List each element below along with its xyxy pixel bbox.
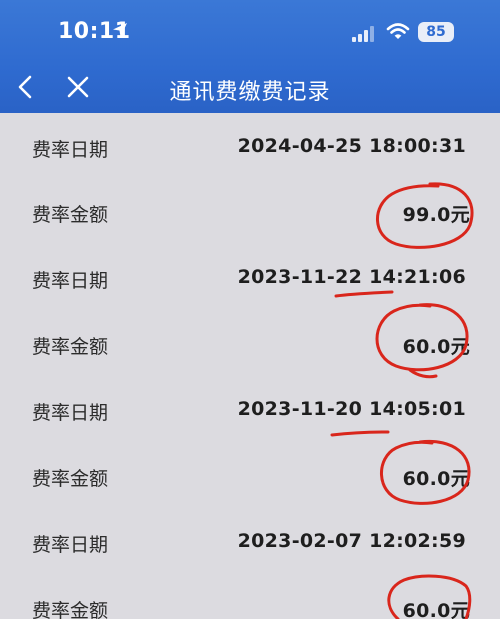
rate-date-value: 2024-04-25 18:00:31 bbox=[237, 135, 466, 157]
rate-amount-label: 费率金额 bbox=[32, 468, 109, 490]
wifi-icon bbox=[386, 23, 410, 39]
rate-date-value: 2023-02-07 12:02:59 bbox=[237, 530, 466, 552]
list-item: 费率日期 2024-04-25 18:00:31 bbox=[0, 123, 500, 173]
rate-amount-label: 费率金额 bbox=[32, 204, 109, 226]
annotation-tail bbox=[408, 368, 438, 379]
header: 10:11 85 通讯费缴费记录 bbox=[0, 0, 500, 113]
rate-amount-label: 费率金额 bbox=[32, 336, 109, 358]
nav-bar: 通讯费缴费记录 bbox=[0, 62, 500, 113]
location-arrow-icon bbox=[113, 23, 127, 37]
list-item: 费率日期 2023-11-22 14:21:06 bbox=[0, 254, 500, 304]
list-item: 费率金额 60.0元 bbox=[0, 452, 500, 502]
rate-date-label: 费率日期 bbox=[32, 402, 109, 424]
list-item: 费率金额 60.0元 bbox=[0, 320, 500, 370]
status-bar: 10:11 85 bbox=[0, 0, 500, 62]
rate-amount-value: 60.0元 bbox=[402, 468, 470, 490]
rate-date-label: 费率日期 bbox=[32, 534, 109, 556]
rate-amount-value: 60.0元 bbox=[402, 600, 470, 619]
rate-date-label: 费率日期 bbox=[32, 139, 109, 161]
list-item: 费率日期 2023-11-20 14:05:01 bbox=[0, 386, 500, 436]
rate-date-value: 2023-11-22 14:21:06 bbox=[237, 266, 466, 288]
list-item: 费率日期 2023-02-07 12:02:59 bbox=[0, 518, 500, 568]
list-item: 费率金额 99.0元 bbox=[0, 188, 500, 238]
rate-amount-value: 60.0元 bbox=[402, 336, 470, 358]
rate-date-value: 2023-11-20 14:05:01 bbox=[237, 398, 466, 420]
page-title: 通讯费缴费记录 bbox=[169, 80, 331, 105]
list-item: 费率金额 60.0元 bbox=[0, 584, 500, 619]
rate-amount-label: 费率金额 bbox=[32, 600, 109, 619]
battery-icon: 85 bbox=[418, 22, 454, 42]
rate-date-label: 费率日期 bbox=[32, 270, 109, 292]
rate-amount-value: 99.0元 bbox=[402, 204, 470, 226]
signal-icon bbox=[352, 26, 374, 42]
battery-level: 85 bbox=[426, 24, 446, 40]
